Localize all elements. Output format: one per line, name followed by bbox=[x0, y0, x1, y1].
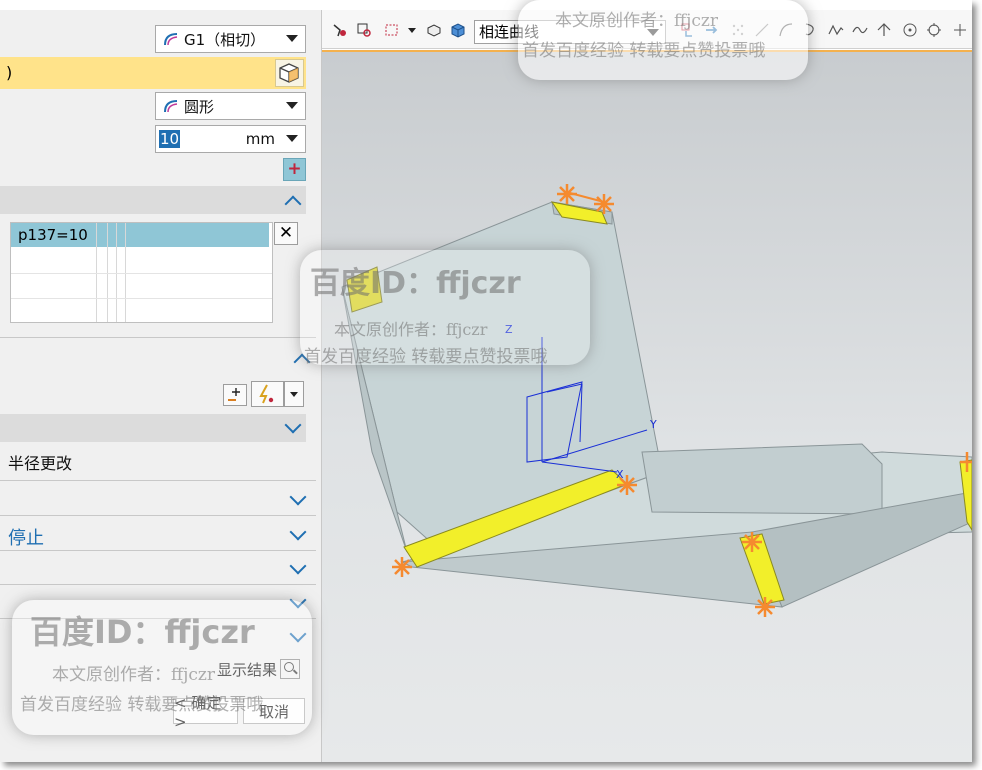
radius-value: 10 bbox=[159, 130, 181, 148]
circular-shape-icon bbox=[164, 100, 178, 113]
watermark-notice-top: 首发百度经验 转载要点赞投票哦 bbox=[522, 41, 766, 61]
expand-chevron-icon bbox=[289, 557, 307, 575]
add-new-set-button[interactable]: + bbox=[283, 158, 306, 181]
radius-unit: mm bbox=[245, 130, 275, 148]
model-canvas[interactable]: Z Y X bbox=[322, 52, 972, 762]
divider bbox=[0, 584, 316, 585]
cube-select-icon bbox=[279, 63, 299, 83]
row-divider bbox=[11, 298, 272, 299]
point-options-dropdown[interactable] bbox=[284, 381, 304, 407]
collapse-chevron-icon bbox=[284, 195, 302, 213]
watermark-author-bottom: 本文原创作者：ffjczr bbox=[52, 665, 215, 685]
stop-section[interactable]: 停止 bbox=[0, 519, 316, 549]
edge-selection-text: ) bbox=[6, 63, 13, 82]
blend-set-list[interactable]: p137=10 bbox=[10, 222, 273, 323]
polyline-icon[interactable] bbox=[828, 22, 844, 38]
watermark-author-top: 本文原创作者：ffjczr bbox=[555, 11, 718, 31]
divider bbox=[0, 337, 316, 338]
chevron-down-icon bbox=[286, 135, 298, 142]
chevron-down-icon bbox=[290, 392, 298, 397]
radius-input[interactable]: 10 mm bbox=[155, 125, 306, 153]
solid-body-icon[interactable] bbox=[426, 22, 442, 38]
list-item[interactable]: p137=10 bbox=[11, 223, 269, 247]
spline-icon[interactable] bbox=[852, 22, 868, 38]
y-axis-label: Y bbox=[649, 418, 657, 431]
lightning-point-icon bbox=[259, 384, 274, 404]
expand-chevron-icon bbox=[284, 416, 302, 434]
select-edge-button[interactable] bbox=[275, 59, 304, 87]
chevron-down-icon[interactable] bbox=[408, 28, 416, 33]
select-filter-icon[interactable] bbox=[332, 22, 348, 38]
quadrant-point-icon[interactable] bbox=[926, 22, 942, 38]
watermark-notice: 首发百度经验 转载要点赞投票哦 bbox=[304, 347, 548, 367]
point-add-icon bbox=[228, 388, 240, 401]
collapsed-section-3[interactable] bbox=[0, 554, 316, 584]
collapsed-section-1[interactable] bbox=[0, 485, 316, 515]
watermark-author: 本文原创作者：ffjczr bbox=[334, 320, 488, 339]
list-item-label: p137=10 bbox=[18, 226, 88, 244]
watermark-baidu-id: 百度ID：ffjczr bbox=[310, 266, 521, 301]
divider bbox=[0, 480, 316, 481]
intersection-point-icon[interactable] bbox=[876, 22, 892, 38]
divider bbox=[0, 515, 316, 516]
graphics-viewport[interactable]: Z Y X bbox=[322, 52, 972, 762]
continuity-value: G1（相切） bbox=[184, 30, 266, 49]
add-set-icon: + bbox=[287, 159, 302, 179]
expand-chevron-icon bbox=[289, 488, 307, 506]
face-select-icon[interactable] bbox=[356, 22, 372, 38]
rectangle-select-icon[interactable] bbox=[384, 22, 400, 38]
radius-change-label: 半径更改 bbox=[8, 454, 73, 473]
tangent-continuity-icon bbox=[164, 33, 178, 46]
close-icon: ✕ bbox=[278, 223, 294, 243]
radius-change-section-header[interactable] bbox=[0, 414, 306, 442]
stop-section-label: 停止 bbox=[8, 528, 44, 549]
watermark-baidu-id: 百度ID：ffjczr bbox=[30, 613, 255, 651]
shape-dropdown[interactable]: 圆形 bbox=[155, 92, 306, 120]
divider bbox=[0, 550, 316, 551]
row-divider bbox=[11, 273, 272, 274]
app-window: G1（相切） ) 圆形 10 mm + p137=10 ✕ 半径更改 停止 显示… bbox=[0, 0, 972, 762]
circle-center-icon[interactable] bbox=[902, 22, 918, 38]
cube-blue-icon[interactable] bbox=[450, 22, 466, 38]
remove-item-button[interactable]: ✕ bbox=[274, 222, 298, 245]
continuity-dropdown[interactable]: G1（相切） bbox=[155, 25, 306, 53]
watermark-notice-bottom: 首发百度经验 转载要点赞投票哦 bbox=[20, 695, 264, 715]
chevron-down-icon bbox=[286, 35, 298, 42]
point-constructor-button[interactable] bbox=[251, 381, 284, 407]
list-section-header[interactable] bbox=[0, 186, 306, 214]
expand-chevron-icon bbox=[289, 523, 307, 541]
edge-selection-row[interactable]: ) bbox=[0, 57, 306, 89]
chevron-down-icon bbox=[286, 102, 298, 109]
existing-point-icon[interactable] bbox=[952, 22, 968, 38]
raised-block-face[interactable] bbox=[641, 443, 883, 515]
add-point-button[interactable] bbox=[223, 384, 247, 406]
shape-value: 圆形 bbox=[184, 97, 215, 116]
